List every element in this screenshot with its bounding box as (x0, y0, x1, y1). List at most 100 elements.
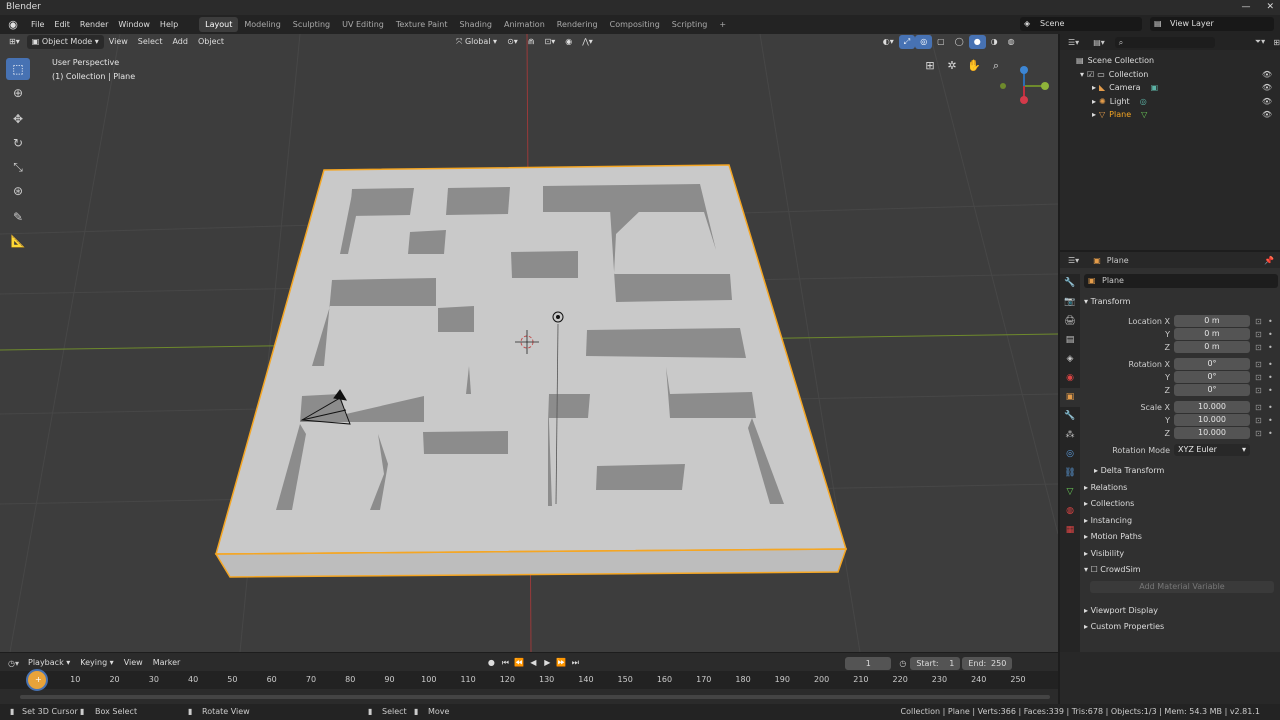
keyframe-dot-icon[interactable]: • (1268, 371, 1273, 384)
lock-icon[interactable]: ⊡ (1255, 427, 1262, 440)
blender-logo-icon[interactable]: ◉ (6, 18, 20, 32)
shading-rendered-icon[interactable]: ◍ (1003, 35, 1020, 49)
display-mode-icon[interactable]: ▤▾ (1093, 38, 1105, 47)
physics-tab-icon[interactable]: ◎ (1060, 445, 1080, 464)
rotation-x-field[interactable]: 0° (1174, 358, 1250, 370)
transform-orientation-dropdown[interactable]: ⤧ Global ▾ (451, 35, 502, 49)
location-x-field[interactable]: 0 m (1174, 315, 1250, 327)
select-box-tool-icon[interactable]: ⬚ (6, 58, 30, 80)
transform-panel-header[interactable]: ▾ Transform (1084, 295, 1278, 309)
keyframe-dot-icon[interactable]: • (1268, 341, 1273, 354)
play-reverse-icon[interactable]: ◀ (527, 657, 539, 669)
rotation-y-field[interactable]: 0° (1174, 371, 1250, 383)
transform-tool-icon[interactable]: ⊛ (6, 180, 30, 202)
lock-icon[interactable]: ⊡ (1255, 315, 1262, 328)
rotation-z-field[interactable]: 0° (1174, 384, 1250, 396)
keyframe-dot-icon[interactable]: • (1268, 384, 1273, 397)
scene-selector[interactable]: ◈ Scene (1020, 17, 1142, 31)
view-layer-tab-icon[interactable]: ▤ (1060, 331, 1080, 350)
constraints-tab-icon[interactable]: ⛓ (1060, 464, 1080, 483)
material-tab-icon[interactable]: ◍ (1060, 502, 1080, 521)
outliner-scene-collection[interactable]: ▤ Scene Collection (1060, 54, 1280, 68)
filter-icon[interactable]: ⏷▾ (1255, 37, 1265, 47)
view-layer-selector[interactable]: ▤ View Layer (1150, 17, 1274, 31)
prev-keyframe-icon[interactable]: ⏪ (513, 657, 525, 669)
eye-icon[interactable]: 👁 (1262, 108, 1272, 122)
next-keyframe-icon[interactable]: ⏩ (555, 657, 567, 669)
menu-keying[interactable]: Keying ▾ (75, 656, 118, 670)
menu-timeline-view[interactable]: View (119, 656, 148, 670)
play-icon[interactable]: ▶ (541, 657, 553, 669)
menu-render[interactable]: Render (75, 15, 113, 34)
custom-properties-panel-header[interactable]: ▸ Custom Properties (1084, 620, 1278, 634)
scale-tool-icon[interactable]: ⤡ (6, 156, 30, 178)
camera-toggle-icon[interactable]: ✲ (944, 58, 960, 74)
navigation-gizmo[interactable] (1000, 66, 1049, 104)
visibility-icon[interactable]: ◐▾ (878, 35, 899, 49)
jump-start-icon[interactable]: ⏮ (499, 657, 511, 669)
menu-view[interactable]: View (104, 35, 133, 49)
lock-icon[interactable]: ⊡ (1255, 401, 1262, 414)
keyframe-dot-icon[interactable]: • (1268, 427, 1273, 440)
jump-end-icon[interactable]: ⏭ (569, 657, 581, 669)
lock-icon[interactable]: ⊡ (1255, 384, 1262, 397)
menu-edit[interactable]: Edit (49, 15, 75, 34)
scale-x-field[interactable]: 10.000 (1174, 401, 1250, 413)
particles-tab-icon[interactable]: ⁂ (1060, 426, 1080, 445)
cursor-tool-icon[interactable]: ⊕ (6, 82, 30, 104)
zoom-icon[interactable]: ⌕ (988, 58, 1004, 74)
tab-uv-editing[interactable]: UV Editing (336, 17, 390, 32)
location-z-field[interactable]: 0 m (1174, 341, 1250, 353)
instancing-panel-header[interactable]: ▸ Instancing (1084, 514, 1278, 528)
rotate-tool-icon[interactable]: ↻ (6, 132, 30, 154)
tool-tab-icon[interactable]: 🔧 (1060, 274, 1080, 293)
menu-help[interactable]: Help (155, 15, 183, 34)
minimize-icon[interactable]: — (1241, 0, 1250, 15)
collections-panel-header[interactable]: ▸ Collections (1084, 497, 1278, 511)
tab-rendering[interactable]: Rendering (551, 17, 604, 32)
scale-y-field[interactable]: 10.000 (1174, 414, 1250, 426)
outliner-item-light[interactable]: ▸ ✺ Light ◎ 👁 (1060, 95, 1280, 109)
lock-icon[interactable]: ⊡ (1255, 358, 1262, 371)
move-tool-icon[interactable]: ✥ (6, 108, 30, 130)
render-tab-icon[interactable]: 📷 (1060, 293, 1080, 312)
editor-type-icon[interactable]: ⊞▾ (4, 35, 25, 49)
viewport-display-panel-header[interactable]: ▸ Viewport Display (1084, 604, 1278, 618)
modifier-tab-icon[interactable]: 🔧 (1060, 407, 1080, 426)
stopwatch-icon[interactable]: ◷ (899, 659, 906, 668)
measure-tool-icon[interactable]: 📐 (6, 230, 30, 252)
menu-select[interactable]: Select (133, 35, 168, 49)
close-icon[interactable]: ✕ (1266, 0, 1274, 15)
tab-compositing[interactable]: Compositing (604, 17, 666, 32)
lock-icon[interactable]: ⊡ (1255, 328, 1262, 341)
keyframe-dot-icon[interactable]: • (1268, 315, 1273, 328)
eye-icon[interactable]: 👁 (1262, 68, 1272, 82)
proportional-edit-icon[interactable]: ◉ (560, 35, 577, 49)
shading-material-icon[interactable]: ◑ (986, 35, 1003, 49)
start-frame-field[interactable]: Start: 1 (910, 656, 961, 670)
checkbox-icon[interactable]: ☑ (1087, 68, 1094, 82)
tab-layout[interactable]: Layout (199, 17, 239, 32)
keyframe-dot-icon[interactable]: • (1268, 358, 1273, 371)
keyframe-dot-icon[interactable]: • (1268, 414, 1273, 427)
menu-marker[interactable]: Marker (148, 656, 186, 670)
object-name-field[interactable]: ▣ Plane (1084, 274, 1278, 288)
lock-icon[interactable]: ⊡ (1255, 414, 1262, 427)
outliner-search-input[interactable]: ⌕ (1114, 36, 1215, 48)
pan-hand-icon[interactable]: ✋ (966, 58, 982, 74)
tab-animation[interactable]: Animation (498, 17, 551, 32)
texture-tab-icon[interactable]: ▦ (1060, 521, 1080, 540)
menu-object[interactable]: Object (193, 35, 229, 49)
timeline-scrollbar[interactable] (20, 695, 1050, 699)
properties-editor-icon[interactable]: ☰▾ (1068, 256, 1079, 265)
menu-add[interactable]: Add (167, 35, 193, 49)
scene-tab-icon[interactable]: ◈ (1060, 350, 1080, 369)
tab-scripting[interactable]: Scripting (666, 17, 714, 32)
shading-wireframe-icon[interactable]: ◯ (950, 35, 969, 49)
add-material-variable-button[interactable]: Add Material Variable (1090, 581, 1274, 593)
plane-object[interactable] (215, 164, 848, 555)
snap-icon[interactable]: ⋒ (523, 35, 540, 49)
world-tab-icon[interactable]: ◉ (1060, 369, 1080, 388)
lock-icon[interactable]: ⊡ (1255, 371, 1262, 384)
output-tab-icon[interactable]: 🖨 (1060, 312, 1080, 331)
